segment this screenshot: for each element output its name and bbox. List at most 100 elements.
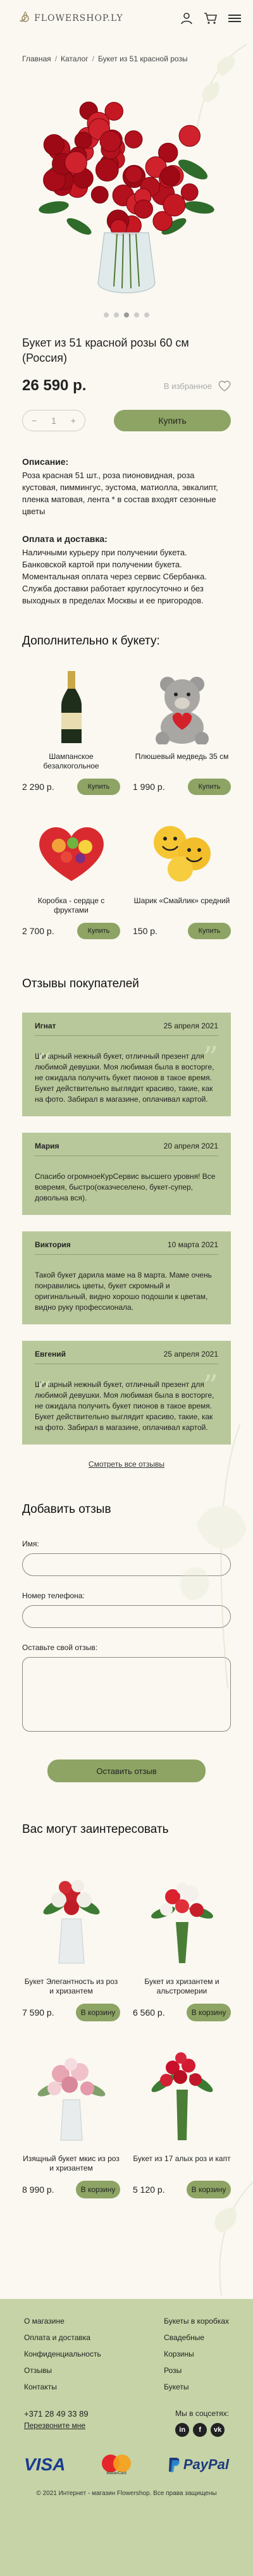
product-card[interactable]: Букет Элегантность из роз и хризантем 7 … bbox=[22, 1862, 120, 2021]
bouquet-image bbox=[39, 101, 214, 293]
bouquet-image bbox=[43, 1880, 99, 1964]
decrement-button[interactable]: − bbox=[32, 416, 37, 426]
footer-link-bouquets[interactable]: Букеты bbox=[164, 2382, 229, 2391]
gallery-dot[interactable] bbox=[124, 312, 129, 317]
breadcrumb-home[interactable]: Главная bbox=[22, 54, 51, 63]
buy-button[interactable]: Купить bbox=[114, 410, 231, 431]
addon-card[interactable]: Шарик «Смайлик» средний 150 р. Купить bbox=[133, 814, 231, 939]
add-to-cart-button[interactable]: В корзину bbox=[187, 2004, 231, 2021]
description-text: Роза красная 51 шт., роза пионовидная, р… bbox=[22, 471, 218, 516]
addon-name: Шарик «Смайлик» средний bbox=[133, 896, 230, 905]
paypal-icon bbox=[168, 2458, 180, 2472]
payment-heading: Оплата и доставка: bbox=[22, 534, 108, 544]
quote-open-icon: “ bbox=[36, 1047, 52, 1082]
add-to-cart-label: В корзину bbox=[80, 2008, 116, 2017]
addon-buy-button[interactable]: Купить bbox=[188, 923, 231, 939]
site-header: FLOWERSHOP.LY bbox=[0, 0, 253, 37]
gallery-dot[interactable] bbox=[134, 312, 139, 317]
phone-label: Номер телефона: bbox=[22, 1591, 85, 1600]
footer-link-roses[interactable]: Розы bbox=[164, 2366, 229, 2375]
payment-logos: VISA MasterCard PayPal bbox=[24, 2453, 229, 2476]
addon-price: 2 290 р. bbox=[22, 782, 54, 792]
favorite-button[interactable]: В избранное bbox=[164, 380, 231, 391]
addons-heading: Дополнительно к букету: bbox=[22, 634, 160, 648]
gallery-dot[interactable] bbox=[104, 312, 109, 317]
heart-icon bbox=[218, 381, 231, 391]
footer-phone[interactable]: +371 28 49 33 89 bbox=[24, 2409, 89, 2419]
product-card[interactable]: Букет из 17 алых роз и капт 5 120 р. В к… bbox=[133, 2039, 231, 2198]
rose bbox=[99, 130, 121, 152]
breadcrumb-current: Букет из 51 красной розы bbox=[98, 54, 188, 63]
fruit-box-image bbox=[30, 814, 113, 890]
vk-icon[interactable]: vk bbox=[211, 2423, 225, 2437]
rose bbox=[43, 134, 65, 156]
product-price: 26 590 р. bbox=[22, 377, 87, 394]
footer-link-contacts[interactable]: Контакты bbox=[24, 2382, 101, 2391]
footer-link-reviews[interactable]: Отзывы bbox=[24, 2366, 101, 2375]
linkedin-icon[interactable]: in bbox=[175, 2423, 190, 2437]
gallery-dot[interactable] bbox=[144, 312, 149, 317]
addon-card[interactable]: Коробка - сердце с фруктами 2 700 р. Куп… bbox=[22, 814, 120, 939]
breadcrumb-separator: / bbox=[92, 54, 94, 63]
facebook-icon[interactable]: f bbox=[193, 2423, 207, 2437]
name-field[interactable] bbox=[22, 1553, 231, 1576]
footer-link-payment[interactable]: Оплата и доставка bbox=[24, 2333, 101, 2342]
addon-name: Плюшевый медведь 35 см bbox=[135, 752, 229, 761]
phone-field[interactable] bbox=[22, 1605, 231, 1628]
review-card: Игнат 25 апреля 2021 “ ” Шикарный нежный… bbox=[22, 1013, 231, 1116]
footer-catalog-links: Букеты в коробках Свадебные Корзины Розы… bbox=[164, 2317, 229, 2391]
addon-buy-button[interactable]: Купить bbox=[188, 779, 231, 795]
addon-buy-button[interactable]: Купить bbox=[77, 923, 120, 939]
footer-link-baskets[interactable]: Корзины bbox=[164, 2350, 229, 2358]
rose bbox=[90, 186, 109, 204]
product-image[interactable] bbox=[22, 75, 231, 302]
add-to-cart-button[interactable]: В корзину bbox=[76, 2004, 120, 2021]
breadcrumb-separator: / bbox=[54, 54, 58, 63]
add-to-cart-label: В корзину bbox=[80, 2185, 116, 2194]
product-card[interactable]: Букет из хризантем и альстромерии 6 560 … bbox=[133, 1862, 231, 2021]
quantity-stepper[interactable]: − 1 + bbox=[22, 410, 85, 431]
paypal-logo: PayPal bbox=[167, 2456, 229, 2473]
reviews-heading: Отзывы покупателей bbox=[22, 977, 139, 990]
callback-link[interactable]: Перезвоните мне bbox=[24, 2421, 89, 2430]
smiley-balloons-image bbox=[141, 814, 223, 890]
cart-icon[interactable] bbox=[204, 11, 218, 25]
addon-card[interactable]: Шампанское безалкогольное 2 290 р. Купит… bbox=[22, 670, 120, 795]
footer-link-privacy[interactable]: Конфиденциальность bbox=[24, 2350, 101, 2358]
see-all-reviews-link[interactable]: Смотреть все отзывы bbox=[0, 1460, 253, 1469]
review-label: Оставьте свой отзыв: bbox=[22, 1643, 98, 1652]
menu-icon[interactable] bbox=[228, 11, 242, 25]
addon-price: 2 700 р. bbox=[22, 926, 54, 936]
review-date: 25 апреля 2021 bbox=[163, 1350, 218, 1359]
quantity-value[interactable]: 1 bbox=[51, 416, 56, 426]
footer-link-wedding[interactable]: Свадебные bbox=[164, 2333, 229, 2342]
user-icon[interactable] bbox=[180, 11, 194, 25]
addon-buy-button[interactable]: Купить bbox=[77, 779, 120, 795]
add-to-cart-label: В корзину bbox=[191, 2185, 226, 2194]
add-to-cart-button[interactable]: В корзину bbox=[76, 2181, 120, 2198]
logo[interactable]: FLOWERSHOP.LY bbox=[18, 11, 123, 26]
gallery-dot[interactable] bbox=[114, 312, 119, 317]
add-to-cart-label: В корзину bbox=[191, 2008, 226, 2017]
champagne-image bbox=[30, 670, 113, 746]
addon-card[interactable]: Плюшевый медведь 35 см 1 990 р. Купить bbox=[133, 670, 231, 795]
mastercard-logo: MasterCard bbox=[101, 2455, 131, 2475]
increment-button[interactable]: + bbox=[71, 416, 76, 426]
review-textarea[interactable] bbox=[22, 1657, 231, 1732]
product-card[interactable]: Изящный букет мкис из роз и хризантем 8 … bbox=[22, 2039, 120, 2198]
footer-link-about[interactable]: О магазине bbox=[24, 2317, 101, 2326]
review-author: Мария bbox=[35, 1142, 59, 1150]
rose bbox=[74, 132, 92, 150]
rose bbox=[124, 130, 143, 149]
review-divider bbox=[35, 1254, 218, 1255]
gallery-dots bbox=[0, 312, 253, 317]
submit-review-button[interactable]: Оставить отзыв bbox=[47, 1759, 206, 1782]
add-to-cart-button[interactable]: В корзину bbox=[187, 2181, 231, 2198]
footer-link-boxes[interactable]: Букеты в коробках bbox=[164, 2317, 229, 2326]
breadcrumb: Главная / Каталог / Букет из 51 красной … bbox=[0, 37, 253, 63]
rose bbox=[65, 151, 87, 174]
favorite-label: В избранное bbox=[163, 381, 212, 391]
review-author: Виктория bbox=[35, 1240, 71, 1249]
breadcrumb-catalog[interactable]: Каталог bbox=[61, 54, 89, 63]
product-name: Букет из хризантем и альстромерии bbox=[144, 1977, 219, 1995]
